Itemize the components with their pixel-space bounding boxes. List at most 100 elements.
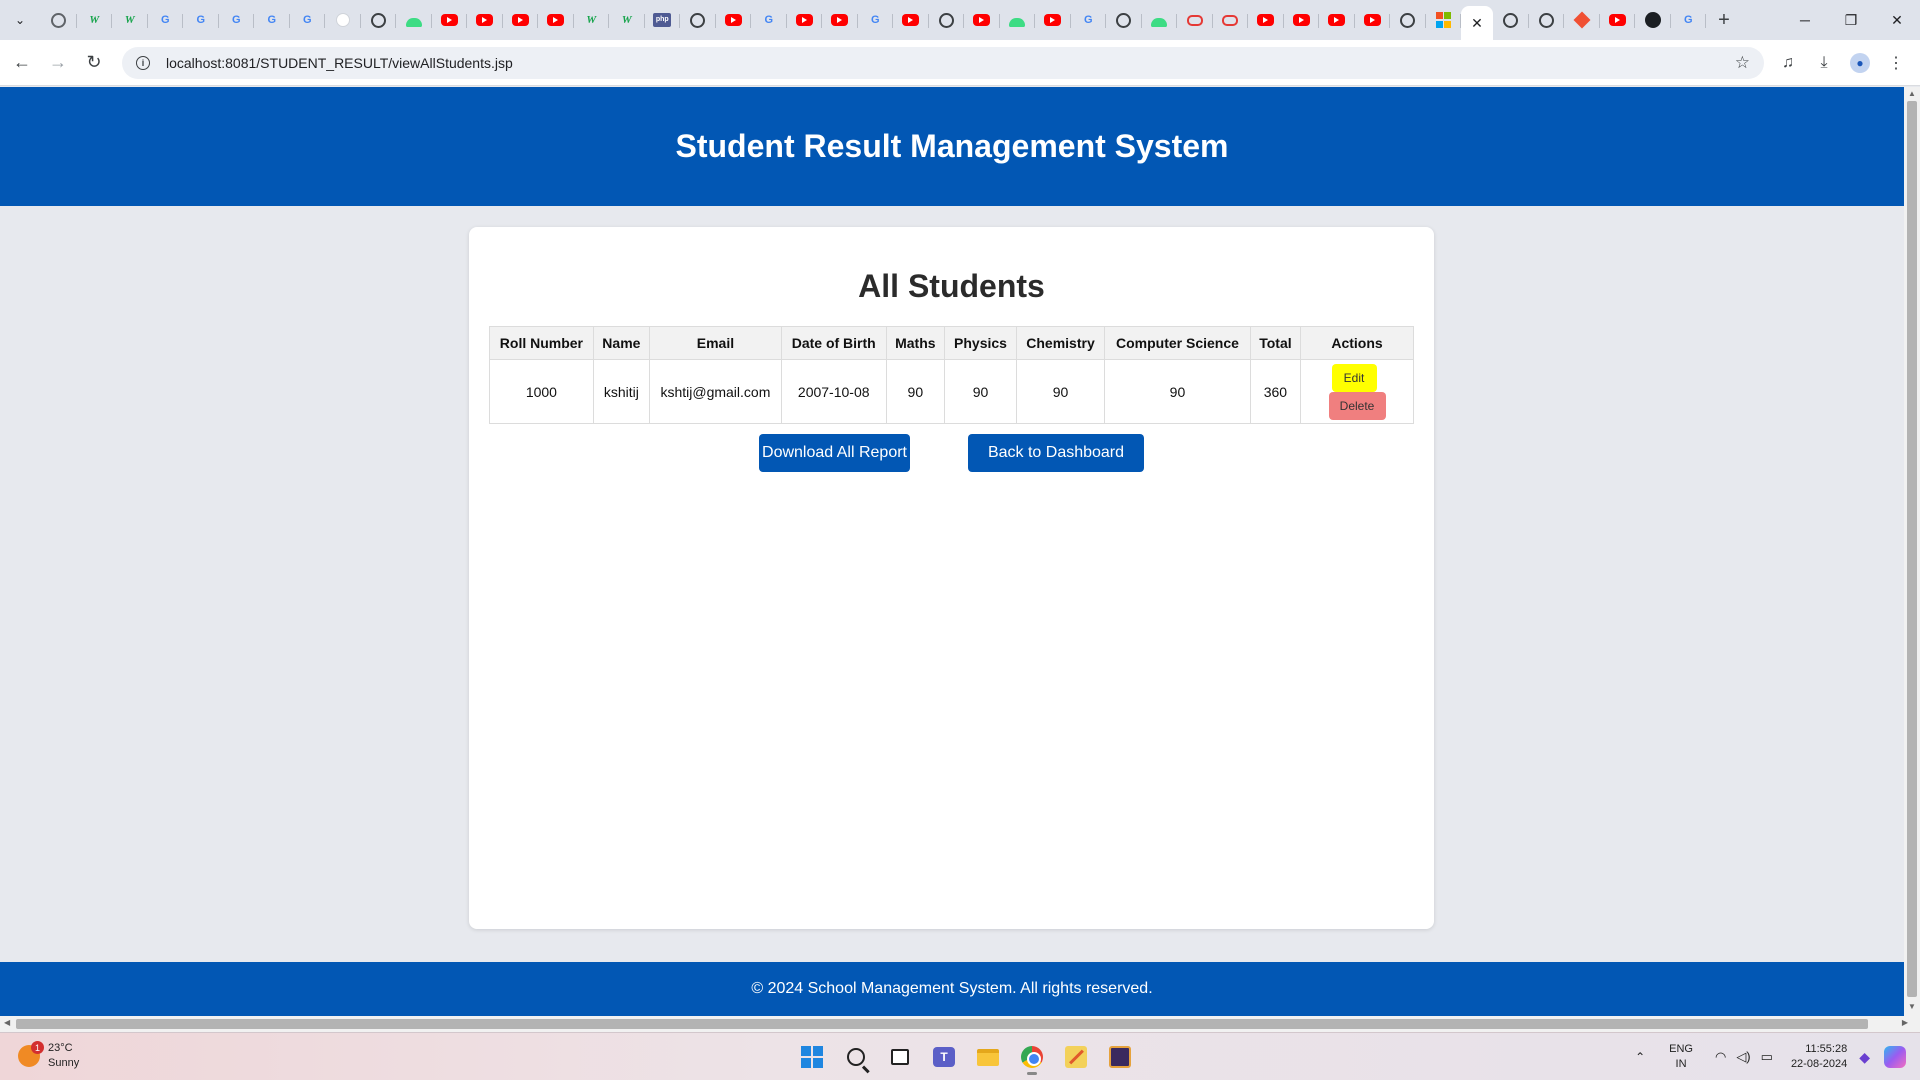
browser-tab[interactable]	[1355, 4, 1391, 36]
browser-tab[interactable]	[929, 4, 965, 36]
browser-tab[interactable]: G	[219, 4, 255, 36]
close-tab-icon[interactable]: ✕	[1471, 15, 1483, 32]
teams-app[interactable]: T	[922, 1039, 966, 1075]
browser-tab[interactable]	[716, 4, 752, 36]
copilot-icon[interactable]	[1884, 1046, 1906, 1068]
address-bar[interactable]: i localhost:8081/STUDENT_RESULT/viewAllS…	[122, 47, 1764, 79]
browser-tab[interactable]	[964, 4, 1000, 36]
browser-tab[interactable]	[396, 4, 432, 36]
google-icon: G	[1683, 14, 1693, 26]
browser-tab[interactable]	[1493, 4, 1529, 36]
file-explorer-app[interactable]	[966, 1039, 1010, 1075]
browser-tab[interactable]: W	[112, 4, 148, 36]
youtube-icon	[440, 14, 458, 26]
browser-tab[interactable]	[1000, 4, 1036, 36]
menu-kebab-icon[interactable]: ⋮	[1878, 45, 1914, 81]
browser-tab[interactable]	[538, 4, 574, 36]
browser-tab[interactable]	[1142, 4, 1178, 36]
media-control-icon[interactable]: ♫	[1770, 45, 1806, 81]
android-icon	[405, 17, 422, 27]
browser-tab[interactable]	[893, 4, 929, 36]
url-text[interactable]: localhost:8081/STUDENT_RESULT/viewAllStu…	[166, 55, 513, 71]
horizontal-scrollbar[interactable]: ◀ ▶	[0, 1016, 1920, 1032]
download-all-report-button[interactable]: Download All Report	[759, 434, 910, 472]
scroll-right-icon[interactable]: ▶	[1902, 1018, 1908, 1027]
browser-tab[interactable]	[1213, 4, 1249, 36]
browser-tab[interactable]	[361, 4, 397, 36]
browser-tab[interactable]: G	[751, 4, 787, 36]
reload-icon[interactable]: ↻	[76, 45, 112, 81]
browser-tab[interactable]: W	[77, 4, 113, 36]
clock[interactable]: 11:55:28 22-08-2024	[1791, 1042, 1847, 1072]
horizontal-scroll-thumb[interactable]	[16, 1019, 1868, 1029]
browser-tab[interactable]	[503, 4, 539, 36]
browser-tab[interactable]	[41, 4, 77, 36]
browser-tab[interactable]	[1177, 4, 1213, 36]
browser-tab[interactable]: G	[290, 4, 326, 36]
forward-arrow-icon[interactable]: →	[40, 45, 76, 81]
download-icon[interactable]: ⤓	[1806, 45, 1842, 81]
browser-tab[interactable]: G	[148, 4, 184, 36]
taskbar-search[interactable]	[834, 1039, 878, 1075]
restore-icon[interactable]: ❐	[1828, 0, 1874, 40]
search-icon	[847, 1048, 865, 1066]
vertical-scrollbar[interactable]: ▲ ▼	[1904, 87, 1920, 1016]
browser-tab[interactable]	[1035, 4, 1071, 36]
browser-tab[interactable]: W	[609, 4, 645, 36]
browser-tab[interactable]: php	[645, 4, 681, 36]
show-hidden-icons-chevron-icon[interactable]: ⌃	[1635, 1050, 1645, 1064]
scroll-left-icon[interactable]: ◀	[4, 1018, 10, 1027]
chatgpt-icon	[690, 12, 706, 28]
profile-avatar-icon[interactable]: ●	[1850, 53, 1870, 73]
site-info-icon[interactable]: i	[128, 56, 158, 70]
browser-tab[interactable]	[1248, 4, 1284, 36]
new-tab-plus-icon[interactable]: +	[1710, 6, 1738, 34]
browser-tab[interactable]	[1106, 4, 1142, 36]
scroll-down-icon[interactable]: ▼	[1904, 1002, 1920, 1014]
chrome-app[interactable]	[1010, 1039, 1054, 1075]
browser-tab[interactable]	[1390, 4, 1426, 36]
browser-tab[interactable]	[1529, 4, 1565, 36]
browser-tab[interactable]: G	[858, 4, 894, 36]
browser-tab[interactable]: G	[1671, 4, 1707, 36]
browser-tab[interactable]	[680, 4, 716, 36]
browser-tab[interactable]: G	[254, 4, 290, 36]
browser-tab[interactable]	[325, 4, 361, 36]
bookmark-star-icon[interactable]: ☆	[1735, 53, 1750, 73]
header-physics: Physics	[944, 326, 1017, 360]
tab-search-chevron-icon[interactable]: ⌄	[7, 7, 33, 33]
back-to-dashboard-button[interactable]: Back to Dashboard	[968, 434, 1144, 472]
browser-tab[interactable]	[1635, 4, 1671, 36]
cell-physics: 90	[944, 359, 1017, 424]
task-view-button[interactable]	[878, 1039, 922, 1075]
youtube-icon	[1257, 14, 1275, 26]
minimize-icon[interactable]: ─	[1782, 0, 1828, 40]
language-indicator[interactable]: ENG IN	[1669, 1042, 1693, 1072]
delete-button[interactable]: Delete	[1328, 391, 1386, 420]
close-window-icon[interactable]: ✕	[1874, 0, 1920, 40]
notification-bell-icon[interactable]: ◆	[1859, 1049, 1870, 1066]
start-button[interactable]	[790, 1039, 834, 1075]
browser-tab[interactable]	[432, 4, 468, 36]
browser-tab-active[interactable]: ✕	[1461, 6, 1493, 40]
browser-tab[interactable]: W	[574, 4, 610, 36]
vertical-scroll-thumb[interactable]	[1907, 101, 1917, 997]
wiki-icon: W	[89, 14, 100, 26]
browser-tab[interactable]	[1600, 4, 1636, 36]
edit-button[interactable]: Edit	[1331, 363, 1377, 392]
browser-tab[interactable]: G	[183, 4, 219, 36]
tray-status-icons[interactable]: ◠ ◁) ▭	[1715, 1049, 1773, 1065]
game-app[interactable]	[1098, 1039, 1142, 1075]
weather-widget[interactable]: 1 23°C Sunny	[18, 1041, 79, 1071]
browser-tab[interactable]	[1284, 4, 1320, 36]
browser-tab[interactable]	[822, 4, 858, 36]
browser-tab[interactable]	[467, 4, 503, 36]
browser-tab[interactable]	[1564, 4, 1600, 36]
browser-tab[interactable]	[787, 4, 823, 36]
tool-app[interactable]	[1054, 1039, 1098, 1075]
scroll-up-icon[interactable]: ▲	[1904, 89, 1920, 101]
browser-tab[interactable]	[1319, 4, 1355, 36]
browser-tab[interactable]	[1426, 4, 1462, 36]
back-arrow-icon[interactable]: ←	[4, 45, 40, 81]
browser-tab[interactable]: G	[1071, 4, 1107, 36]
